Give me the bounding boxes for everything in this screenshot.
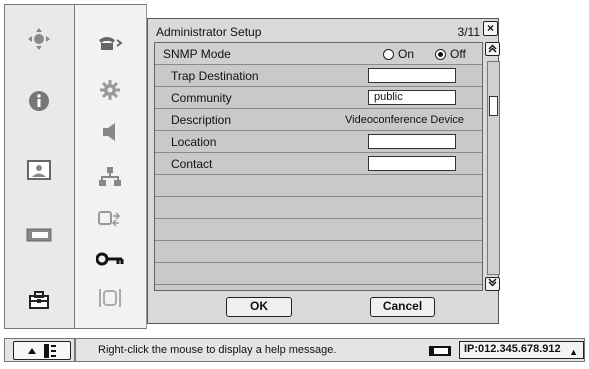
radio-selected-icon — [435, 48, 446, 60]
scroll-up-icon[interactable] — [485, 42, 500, 56]
snmp-on-radio[interactable]: On — [383, 47, 414, 61]
location-input[interactable] — [368, 134, 456, 149]
triangle-up-icon: ▲ — [569, 347, 578, 357]
settings-list: SNMP Mode On Off Trap Destination Commun… — [154, 42, 483, 291]
gear-icon[interactable] — [95, 78, 125, 102]
menu-toggle-button[interactable] — [13, 341, 71, 360]
snmp-mode-row[interactable]: SNMP Mode On Off — [155, 43, 482, 65]
ip-address-text: IP:012.345.678.912 — [464, 343, 561, 355]
trap-destination-input[interactable] — [368, 68, 456, 83]
speaker-icon[interactable] — [95, 120, 125, 144]
radio-off-icon — [383, 48, 394, 60]
community-input[interactable]: public — [368, 90, 456, 105]
description-value: Videoconference Device — [345, 114, 465, 126]
administrator-setup-dialog: Administrator Setup 3/11 × SNMP Mode On … — [147, 18, 500, 324]
contact-row[interactable]: Contact — [155, 153, 482, 175]
description-label: Description — [171, 113, 232, 127]
list-scrollbar[interactable] — [485, 42, 500, 291]
ok-button[interactable]: OK — [226, 297, 292, 317]
page-indicator: 3/11 — [457, 25, 480, 39]
scroll-track[interactable] — [487, 61, 500, 275]
frame-icon[interactable] — [95, 286, 125, 310]
snmp-on-label: On — [398, 47, 415, 61]
empty-row — [155, 219, 482, 241]
trap-destination-row[interactable]: Trap Destination — [155, 65, 482, 87]
contact-input[interactable] — [368, 156, 456, 171]
phone-icon[interactable] — [95, 31, 125, 55]
video-source-icon — [429, 346, 451, 356]
triangle-up-icon — [28, 347, 36, 354]
description-row[interactable]: Description Videoconference Device — [155, 109, 482, 131]
community-label: Community — [171, 91, 232, 105]
empty-row — [155, 197, 482, 219]
info-icon[interactable] — [23, 89, 55, 113]
snmp-off-radio[interactable]: Off — [435, 47, 466, 61]
camera-control-icon[interactable] — [23, 27, 55, 51]
trap-destination-label: Trap Destination — [171, 69, 259, 83]
display-switch-icon[interactable] — [95, 208, 125, 232]
empty-row — [155, 263, 482, 285]
community-row[interactable]: Community public — [155, 87, 482, 109]
scroll-thumb[interactable] — [489, 96, 498, 116]
scroll-down-icon[interactable] — [485, 277, 500, 291]
setup-category-sidebar — [75, 4, 147, 329]
picture-icon[interactable] — [23, 158, 55, 182]
snmp-mode-label: SNMP Mode — [163, 47, 231, 61]
bottom-left-panel — [4, 338, 75, 362]
snmp-off-label: Off — [450, 47, 466, 61]
dialog-title: Administrator Setup — [156, 25, 262, 39]
location-row[interactable]: Location — [155, 131, 482, 153]
empty-row — [155, 175, 482, 197]
menu-list-icon — [44, 343, 56, 358]
main-menu-sidebar — [4, 4, 75, 329]
key-icon[interactable] — [95, 247, 125, 271]
ip-address-display[interactable]: IP:012.345.678.912 ▲ — [459, 341, 584, 359]
cancel-button[interactable]: Cancel — [370, 297, 435, 317]
contact-label: Contact — [171, 157, 213, 171]
screen: Administrator Setup 3/11 × SNMP Mode On … — [0, 0, 589, 369]
toolbox-icon[interactable] — [23, 288, 55, 312]
location-label: Location — [171, 135, 217, 149]
video-source-icon[interactable] — [23, 223, 55, 247]
close-icon[interactable]: × — [483, 21, 498, 36]
network-icon[interactable] — [95, 165, 125, 189]
status-bar: Right-click the mouse to display a help … — [75, 338, 585, 362]
help-message: Right-click the mouse to display a help … — [98, 344, 337, 356]
empty-row — [155, 241, 482, 263]
